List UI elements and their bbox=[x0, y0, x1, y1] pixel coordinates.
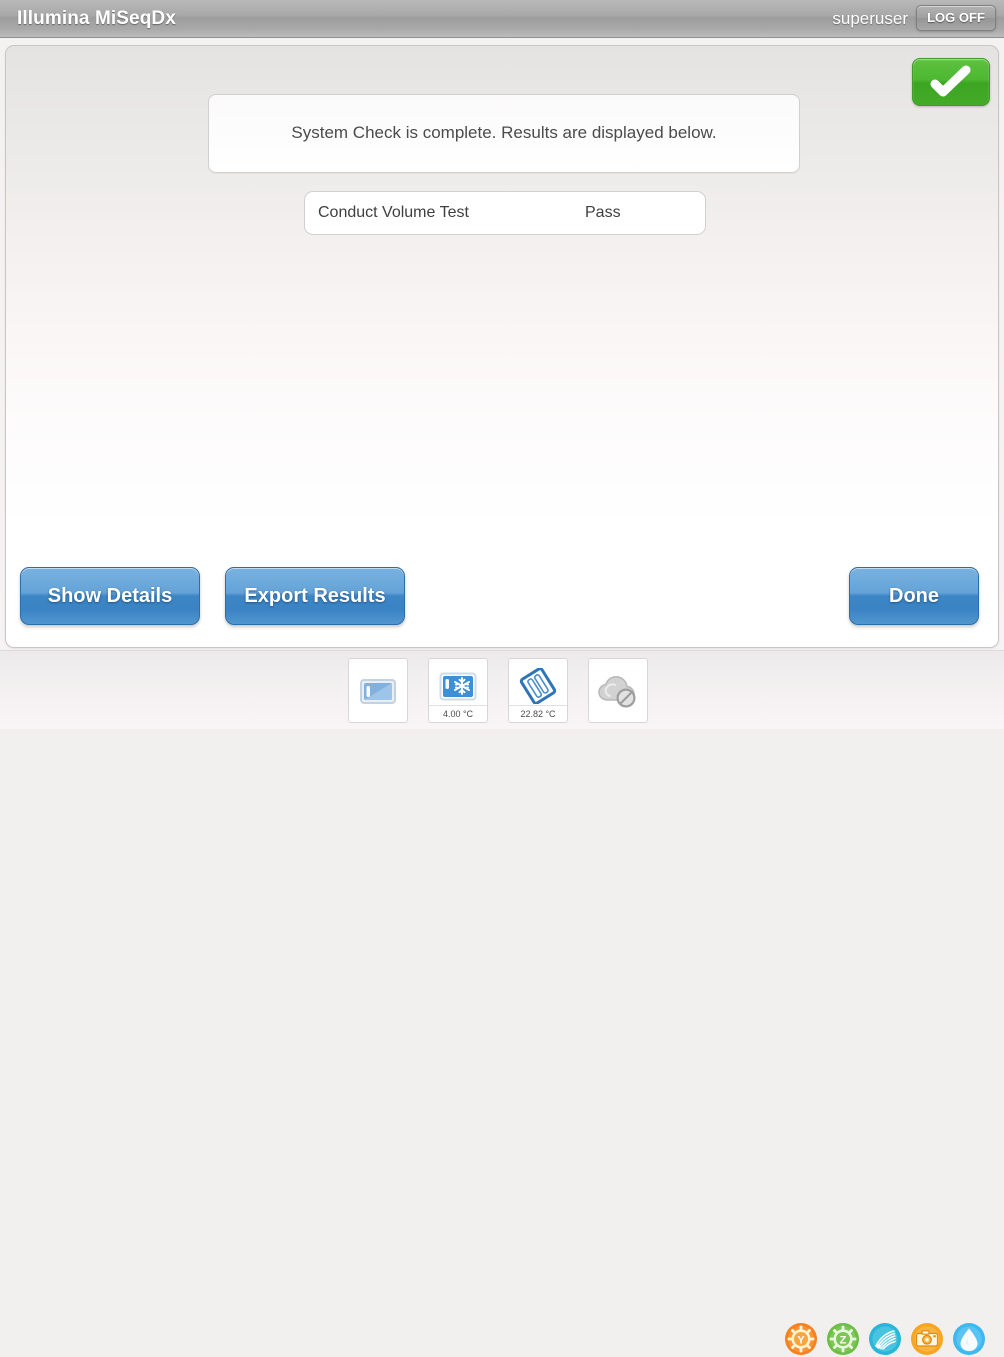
show-details-button-label: Show Details bbox=[47, 585, 173, 607]
cloud-status-tile[interactable] bbox=[588, 658, 648, 723]
title-bar: Illumina MiSeqDx superuser LOG OFF bbox=[0, 0, 1004, 38]
page-title: Illumina MiSeqDx bbox=[17, 8, 176, 29]
reagent-cooler-snowflake-icon bbox=[429, 665, 487, 707]
camera-icon bbox=[911, 1323, 943, 1355]
table-row: Conduct Volume Test Pass bbox=[304, 191, 706, 235]
app-window: Illumina MiSeqDx superuser LOG OFF Syste… bbox=[0, 0, 1004, 1355]
z-motor-gear-icon: Z bbox=[827, 1323, 859, 1355]
main-content-panel: System Check is complete. Results are di… bbox=[5, 45, 999, 648]
hardware-status-group: 4.00 °C 22.82 °C bbox=[348, 658, 648, 723]
sensor-scan-indicator[interactable] bbox=[868, 1322, 902, 1356]
done-button[interactable]: Done bbox=[849, 567, 979, 625]
log-off-button[interactable]: LOG OFF bbox=[916, 5, 996, 31]
system-check-message: System Check is complete. Results are di… bbox=[291, 123, 717, 142]
svg-text:Z: Z bbox=[840, 1334, 847, 1346]
show-details-button[interactable]: Show Details bbox=[20, 567, 200, 625]
svg-text:Y: Y bbox=[797, 1334, 805, 1346]
z-motor-indicator[interactable]: Z Z bbox=[826, 1322, 860, 1356]
export-results-button-label: Export Results bbox=[244, 585, 386, 607]
fluidics-indicator[interactable] bbox=[952, 1322, 986, 1356]
y-motor-indicator[interactable]: Y Y bbox=[784, 1322, 818, 1356]
flow-cell-tray-icon bbox=[349, 669, 407, 713]
fluidics-drop-icon bbox=[953, 1323, 985, 1355]
check-icon bbox=[930, 65, 971, 97]
sensor-indicator-group: Y Y bbox=[784, 1322, 986, 1356]
cloud-disconnected-icon bbox=[589, 669, 647, 713]
sensor-scan-icon bbox=[869, 1323, 901, 1355]
y-motor-gear-icon: Y bbox=[785, 1323, 817, 1355]
result-test-status: Pass bbox=[585, 204, 621, 221]
current-user-label: superuser bbox=[832, 9, 908, 28]
result-test-name: Conduct Volume Test bbox=[318, 204, 469, 221]
flow-cell-status-tile[interactable]: 22.82 °C bbox=[508, 658, 568, 723]
flow-cell-icon bbox=[509, 665, 567, 707]
status-bar: 4.00 °C 22.82 °C Y Z bbox=[0, 650, 1004, 1355]
reagent-cooler-temperature: 4.00 °C bbox=[429, 705, 487, 722]
message-box: System Check is complete. Results are di… bbox=[208, 94, 800, 173]
reagent-cooler-status-tile[interactable]: 4.00 °C bbox=[428, 658, 488, 723]
flow-cell-temperature: 22.82 °C bbox=[509, 705, 567, 722]
flow-cell-tray-status-tile[interactable] bbox=[348, 658, 408, 723]
status-badge bbox=[912, 58, 990, 106]
export-results-button[interactable]: Export Results bbox=[225, 567, 405, 625]
done-button-label: Done bbox=[889, 585, 939, 607]
camera-indicator[interactable] bbox=[910, 1322, 944, 1356]
log-off-button-label: LOG OFF bbox=[927, 10, 985, 25]
